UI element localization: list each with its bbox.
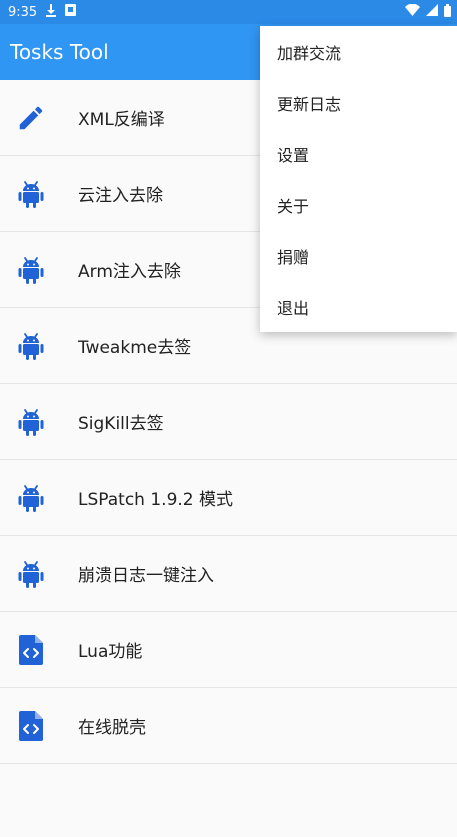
list-item-online-unpack[interactable]: 在线脱壳 bbox=[0, 688, 457, 764]
download-icon bbox=[45, 3, 57, 21]
android-icon bbox=[16, 407, 46, 437]
signal-icon bbox=[426, 4, 438, 20]
list-item-label: 云注入去除 bbox=[78, 186, 163, 206]
menu-item-settings[interactable]: 设置 bbox=[260, 128, 457, 179]
menu-item-join-group[interactable]: 加群交流 bbox=[260, 26, 457, 77]
code-file-icon bbox=[16, 710, 46, 741]
menu-item-exit[interactable]: 退出 bbox=[260, 281, 457, 332]
list-item-label: LSPatch 1.9.2 模式 bbox=[78, 490, 234, 510]
menu-item-donate[interactable]: 捐赠 bbox=[260, 230, 457, 281]
wifi-icon bbox=[405, 3, 420, 20]
list-item-lspatch-mode[interactable]: LSPatch 1.9.2 模式 bbox=[0, 460, 457, 536]
list-item-crash-log-inject[interactable]: 崩溃日志一键注入 bbox=[0, 536, 457, 612]
menu-item-changelog[interactable]: 更新日志 bbox=[260, 77, 457, 128]
status-right bbox=[405, 3, 457, 21]
list-item-label: 崩溃日志一键注入 bbox=[78, 566, 214, 586]
list-item-label: XML反编译 bbox=[78, 110, 165, 130]
android-icon bbox=[16, 483, 46, 513]
status-bar: 9:35 bbox=[0, 0, 457, 24]
list-item-sigkill-unsign[interactable]: SigKill去签 bbox=[0, 384, 457, 460]
code-file-icon bbox=[16, 634, 46, 665]
battery-icon bbox=[444, 3, 451, 21]
pencil-icon bbox=[16, 103, 46, 133]
list-item-label: Lua功能 bbox=[78, 642, 143, 662]
android-icon bbox=[16, 559, 46, 589]
status-left: 9:35 bbox=[0, 3, 77, 21]
app-title: Tosks Tool bbox=[10, 40, 109, 64]
android-icon bbox=[16, 331, 46, 361]
list-item-label: Arm注入去除 bbox=[78, 262, 181, 282]
notification-icon bbox=[65, 4, 77, 20]
menu-item-about[interactable]: 关于 bbox=[260, 179, 457, 230]
overflow-menu: 加群交流 更新日志 设置 关于 捐赠 退出 bbox=[260, 26, 457, 332]
list-item-label: 在线脱壳 bbox=[78, 718, 146, 738]
android-icon bbox=[16, 255, 46, 285]
list-item-label: Tweakme去签 bbox=[78, 338, 192, 358]
android-icon bbox=[16, 179, 46, 209]
status-time: 9:35 bbox=[8, 4, 38, 20]
list-item-label: SigKill去签 bbox=[78, 414, 164, 434]
list-item-lua-features[interactable]: Lua功能 bbox=[0, 612, 457, 688]
